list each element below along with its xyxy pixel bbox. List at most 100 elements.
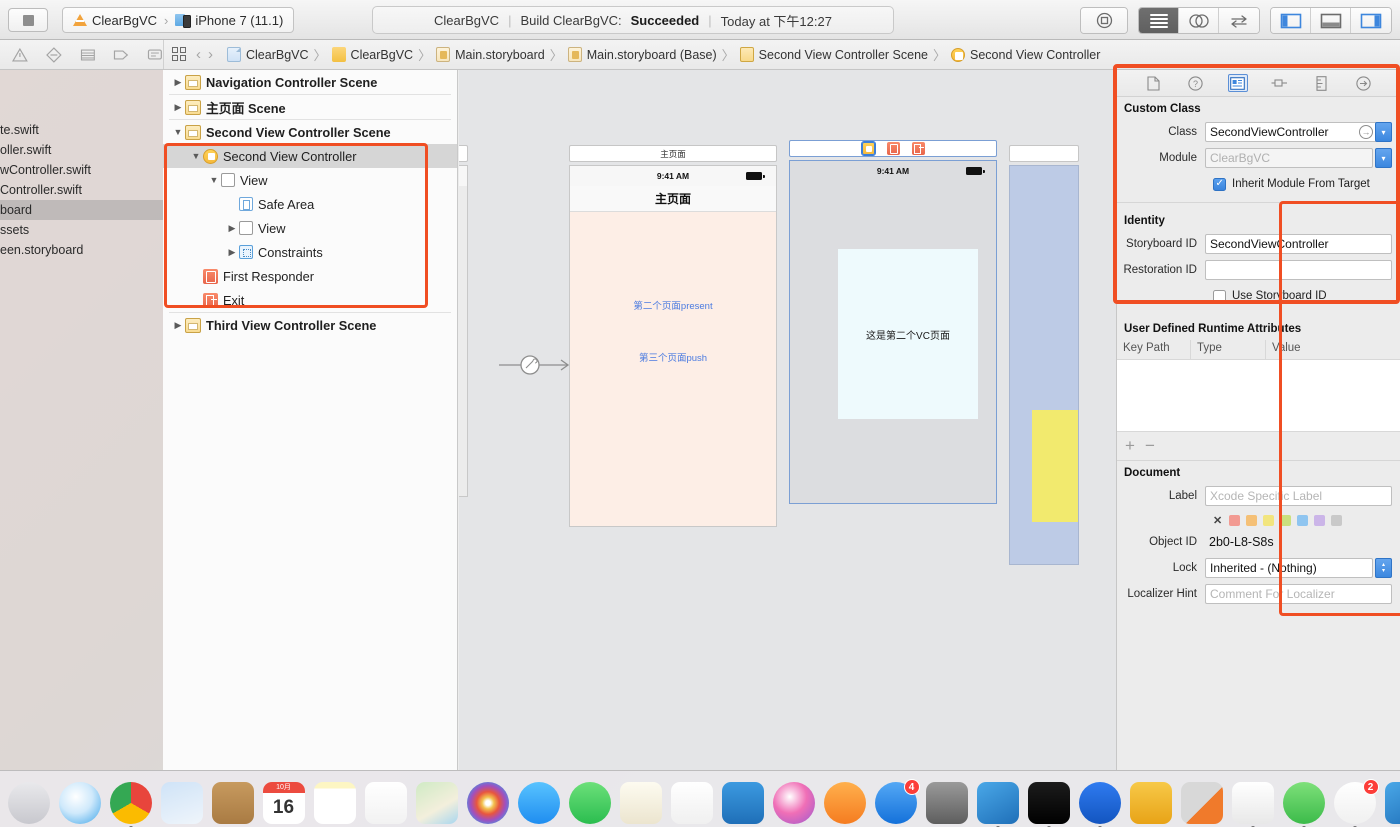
outline-row[interactable]: View xyxy=(163,216,457,240)
module-dropdown-button[interactable]: ▾ xyxy=(1375,148,1392,168)
file-inspector-tab[interactable] xyxy=(1144,74,1164,92)
storyboard-id-input[interactable]: SecondViewController xyxy=(1205,234,1392,254)
connections-inspector-tab[interactable] xyxy=(1353,74,1373,92)
utilities-inspector-panel[interactable]: ? Custom Class Class SecondViewControlle… xyxy=(1116,70,1400,770)
dock-item-safari[interactable] xyxy=(58,782,101,824)
document-label-input[interactable]: Xcode Specific Label xyxy=(1205,486,1392,506)
second-view-controller-scene[interactable]: 9:41 AM 这是第二个VC页面 xyxy=(789,140,997,504)
disclosure-triangle-right[interactable] xyxy=(171,77,185,88)
size-inspector-tab[interactable] xyxy=(1311,74,1331,92)
view-controller-icon[interactable] xyxy=(860,141,876,156)
breadcrumb-item[interactable]: ClearBgVC xyxy=(223,47,313,62)
dock-item-terminal[interactable] xyxy=(1027,782,1070,827)
dock-item-app-store[interactable]: 4 xyxy=(874,779,920,824)
use-storyboard-id-checkbox[interactable]: Use Storyboard ID xyxy=(1213,289,1327,303)
dock-item-photos[interactable] xyxy=(466,782,509,824)
project-navigator[interactable]: te.swift oller.swift wController.swift Cont… xyxy=(0,0,163,770)
list-icon[interactable] xyxy=(80,47,96,63)
toggle-navigator-button[interactable] xyxy=(1271,8,1311,33)
inspector-tab-bar[interactable]: ? xyxy=(1117,70,1400,97)
disclosure-triangle-down[interactable] xyxy=(189,151,203,161)
toggle-debug-area-button[interactable] xyxy=(1311,8,1351,33)
dock-item-xcode[interactable] xyxy=(976,782,1019,827)
outline-row[interactable]: Third View Controller Scene xyxy=(163,313,457,337)
breadcrumb-item[interactable]: Main.storyboard (Base) xyxy=(564,47,721,62)
class-dropdown-button[interactable]: ▾ xyxy=(1375,122,1392,142)
version-editor-button[interactable] xyxy=(1219,8,1259,33)
disclosure-triangle-down[interactable] xyxy=(171,127,185,137)
navigator-filter-icons[interactable] xyxy=(6,40,164,69)
library-button[interactable] xyxy=(1080,7,1128,34)
project-navigator-file-list[interactable]: te.swift oller.swift wController.swift Cont… xyxy=(0,120,163,260)
dock-item-facetime[interactable] xyxy=(568,782,611,824)
dock-item-pages[interactable] xyxy=(619,782,662,824)
color-swatch[interactable] xyxy=(1280,514,1292,526)
outline-row[interactable]: 主页面 Scene xyxy=(163,95,457,119)
dock-item-qq[interactable] xyxy=(1231,782,1274,827)
storyboard-id-row[interactable]: Storyboard ID SecondViewController xyxy=(1117,232,1400,256)
color-swatch[interactable] xyxy=(1297,514,1309,526)
outline-row[interactable]: Navigation Controller Scene xyxy=(163,70,457,94)
breadcrumb-item[interactable]: Second View Controller xyxy=(947,47,1104,62)
dock-item-todo-app[interactable]: 2 xyxy=(1333,779,1379,827)
restoration-id-row[interactable]: Restoration ID xyxy=(1117,258,1400,282)
document-outline[interactable]: Navigation Controller Scene 主页面 Scene Seco… xyxy=(163,70,458,770)
outline-list[interactable]: Navigation Controller Scene 主页面 Scene Seco… xyxy=(163,70,457,337)
breadcrumb-item[interactable]: ClearBgVC xyxy=(328,47,418,62)
standard-editor-button[interactable] xyxy=(1139,8,1179,33)
second-vc-body[interactable]: 9:41 AM 这是第二个VC页面 xyxy=(789,160,997,504)
dock-item-notes[interactable] xyxy=(313,782,356,824)
dock-item-calculator[interactable] xyxy=(1180,782,1223,824)
inherit-module-checkbox[interactable]: Inherit Module From Target xyxy=(1213,177,1370,191)
project-navigator-file[interactable]: een.storyboard xyxy=(0,240,163,260)
dock-item-calendar[interactable]: 16 10月 xyxy=(262,782,305,824)
runtime-attributes-buttons[interactable]: + − xyxy=(1117,432,1400,460)
project-navigator-file[interactable]: Controller.swift xyxy=(0,180,163,200)
macos-dock[interactable]: 16 10月 4 2 xyxy=(0,770,1400,827)
present-link-button[interactable]: 第二个页面present xyxy=(570,298,776,312)
color-swatch[interactable] xyxy=(1246,514,1258,526)
use-storyboard-id-row[interactable]: Use Storyboard ID xyxy=(1117,284,1400,308)
project-navigator-file[interactable]: wController.swift xyxy=(0,160,163,180)
checkbox-box[interactable] xyxy=(1213,289,1226,303)
disclosure-triangle-right[interactable] xyxy=(225,223,239,234)
lock-stepper-button[interactable]: ▴ ▾ xyxy=(1375,558,1392,578)
assistant-editor-button[interactable] xyxy=(1179,8,1219,33)
dock-item-sketch[interactable] xyxy=(1129,782,1172,824)
second-vc-content[interactable]: 这是第二个VC页面 xyxy=(790,181,996,503)
localizer-hint-row[interactable]: Localizer Hint Comment For Localizer xyxy=(1117,582,1400,606)
quick-help-inspector-tab[interactable]: ? xyxy=(1186,74,1206,92)
outline-row[interactable]: Exit xyxy=(163,288,457,312)
error-icon[interactable] xyxy=(45,46,62,63)
lock-select[interactable]: Inherited - (Nothing) xyxy=(1205,558,1373,578)
warning-icon[interactable] xyxy=(12,47,28,63)
outline-row[interactable]: Second View Controller xyxy=(163,144,457,168)
restoration-id-input[interactable] xyxy=(1205,260,1392,280)
segue-arrow[interactable] xyxy=(499,355,571,375)
clear-color-button[interactable]: ✕ xyxy=(1213,514,1222,527)
color-swatch[interactable] xyxy=(1314,514,1326,526)
document-color-swatches[interactable]: ✕ xyxy=(1117,510,1400,530)
disclosure-triangle-down[interactable] xyxy=(207,175,221,185)
breadcrumb[interactable]: ‹ › ClearBgVC 〉 ClearBgVC 〉 Main.storyboard 〉… xyxy=(172,40,1104,69)
main-page-view-controller[interactable]: 主页面 9:41 AM 主页面 第二个页面present 第三个页面push xyxy=(569,145,777,527)
outline-row[interactable]: View xyxy=(163,168,457,192)
back-button[interactable]: ‹ xyxy=(187,46,208,63)
attributes-inspector-tab[interactable] xyxy=(1269,74,1289,92)
dock-item-keynote[interactable] xyxy=(721,782,764,824)
remove-attribute-button[interactable]: − xyxy=(1145,436,1155,456)
identity-inspector-tab[interactable] xyxy=(1227,74,1248,92)
scheme-selector[interactable]: ClearBgVC › iPhone 7 (11.1) xyxy=(62,7,295,33)
dock-item-1password[interactable] xyxy=(1078,782,1121,827)
dock-item-reminders[interactable] xyxy=(364,782,407,824)
tag-icon[interactable] xyxy=(113,47,129,63)
lock-row[interactable]: Lock Inherited - (Nothing) ▴ ▾ xyxy=(1117,556,1400,580)
jump-to-class-icon[interactable]: → xyxy=(1359,125,1373,139)
second-vc-scene-dock[interactable] xyxy=(789,140,997,157)
color-swatch[interactable] xyxy=(1229,514,1241,526)
toggle-utilities-button[interactable] xyxy=(1351,8,1391,33)
module-input[interactable]: ClearBgVC xyxy=(1205,148,1373,168)
first-view-controller-partial[interactable] xyxy=(459,145,468,497)
dock-item-contacts[interactable] xyxy=(211,782,254,824)
checkbox-box[interactable] xyxy=(1213,177,1226,191)
